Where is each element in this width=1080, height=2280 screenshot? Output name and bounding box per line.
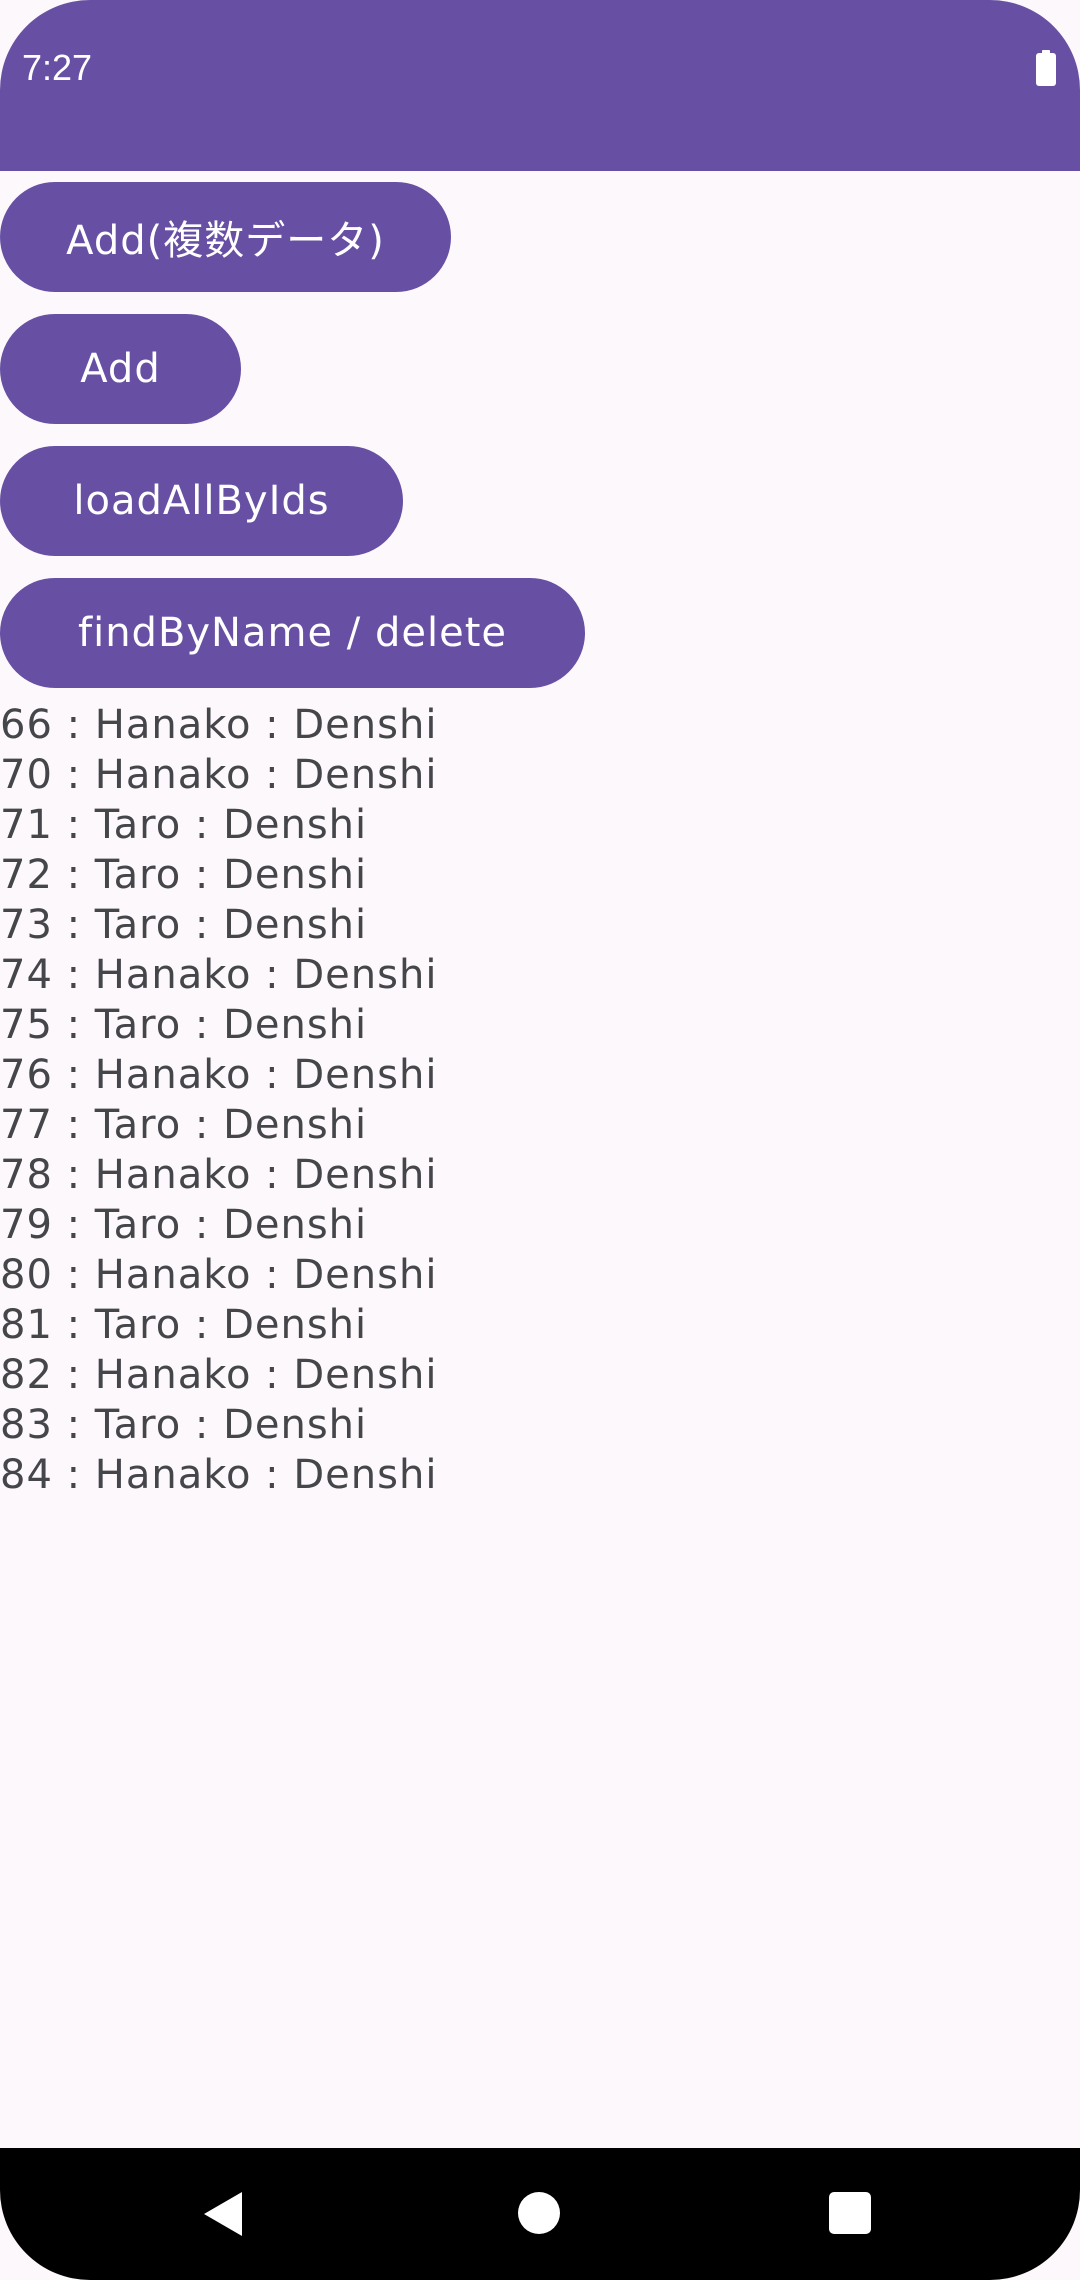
- list-item: 75 : Taro : Denshi: [0, 1002, 368, 1048]
- status-bar: 7:27: [0, 0, 1080, 171]
- list-item: 70 : Hanako : Denshi: [0, 752, 438, 798]
- list-item: 74 : Hanako : Denshi: [0, 952, 438, 998]
- list-item: 83 : Taro : Denshi: [0, 1402, 368, 1448]
- list-item: 80 : Hanako : Denshi: [0, 1252, 438, 1298]
- status-time: 7:27: [22, 47, 93, 88]
- home-icon[interactable]: [518, 2192, 560, 2234]
- results-list: 66 : Hanako : Denshi 70 : Hanako : Densh…: [0, 700, 437, 1500]
- list-item: 76 : Hanako : Denshi: [0, 1052, 438, 1098]
- load-all-by-ids-button[interactable]: loadAllByIds: [0, 446, 403, 556]
- list-item: 84 : Hanako : Denshi: [0, 1452, 438, 1498]
- battery-icon: [1036, 50, 1056, 86]
- list-item: 77 : Taro : Denshi: [0, 1102, 368, 1148]
- add-multiple-button[interactable]: Add(複数データ): [0, 182, 451, 292]
- list-item: 71 : Taro : Denshi: [0, 802, 368, 848]
- list-item: 81 : Taro : Denshi: [0, 1302, 368, 1348]
- add-button[interactable]: Add: [0, 314, 241, 424]
- list-item: 78 : Hanako : Denshi: [0, 1152, 438, 1198]
- recents-icon[interactable]: [829, 2192, 871, 2234]
- back-icon[interactable]: [204, 2192, 242, 2236]
- list-item: 72 : Taro : Denshi: [0, 852, 368, 898]
- find-by-name-delete-button[interactable]: findByName / delete: [0, 578, 585, 688]
- list-item: 66 : Hanako : Denshi: [0, 702, 438, 748]
- list-item: 73 : Taro : Denshi: [0, 902, 368, 948]
- navigation-bar: [0, 2148, 1080, 2280]
- list-item: 79 : Taro : Denshi: [0, 1202, 368, 1248]
- list-item: 82 : Hanako : Denshi: [0, 1352, 438, 1398]
